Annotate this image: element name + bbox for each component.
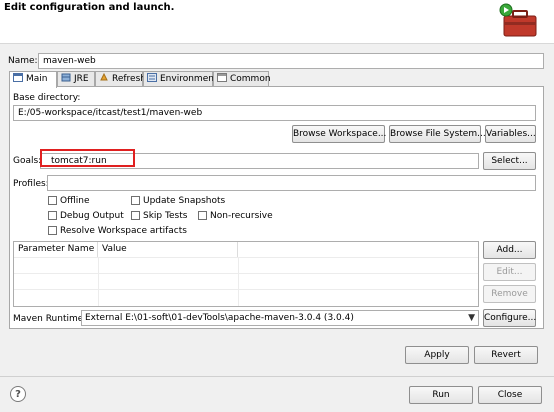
update-snapshots-label: Update Snapshots <box>143 196 226 206</box>
maven-runtime-value: External E:\01-soft\01-devTools\apache-m… <box>85 313 354 323</box>
table-column-divider <box>98 257 99 306</box>
common-icon <box>217 73 227 82</box>
debug-output-checkbox[interactable] <box>48 211 57 220</box>
environment-icon <box>147 73 157 82</box>
table-row <box>14 273 478 274</box>
tab-environment-label: Environment <box>160 74 218 84</box>
close-button[interactable]: Close <box>478 386 542 404</box>
offline-checkbox[interactable] <box>48 196 57 205</box>
variables-button[interactable]: Variables... <box>485 125 536 143</box>
footer-divider <box>0 376 554 377</box>
browse-workspace-button[interactable]: Browse Workspace... <box>292 125 386 143</box>
tab-jre-label: JRE <box>74 74 89 84</box>
main-tab-icon <box>13 73 23 82</box>
tab-refresh-label: Refresh <box>112 74 146 84</box>
goals-select-button[interactable]: Select... <box>483 152 536 170</box>
table-column-divider <box>238 257 239 306</box>
profiles-label: Profiles: <box>13 179 49 189</box>
remove-parameter-button[interactable]: Remove <box>483 285 536 303</box>
base-directory-field[interactable]: E:/05-workspace/itcast/test1/maven-web <box>13 105 536 121</box>
value-header: Value <box>98 242 238 257</box>
skip-tests-label: Skip Tests <box>143 211 188 221</box>
parameters-table[interactable]: Parameter Name Value <box>13 241 479 307</box>
add-parameter-button[interactable]: Add... <box>483 241 536 259</box>
goals-highlight-box <box>40 149 135 167</box>
name-field[interactable]: maven-web <box>38 53 544 69</box>
revert-button[interactable]: Revert <box>474 346 538 364</box>
help-icon[interactable]: ? <box>10 386 26 402</box>
launch-toolbox-icon <box>498 2 542 40</box>
goals-label: Goals: <box>13 156 42 166</box>
refresh-icon <box>99 72 109 82</box>
non-recursive-label: Non-recursive <box>210 211 273 221</box>
apply-button[interactable]: Apply <box>405 346 469 364</box>
tab-refresh[interactable]: Refresh <box>95 71 146 87</box>
resolve-workspace-checkbox[interactable] <box>48 226 57 235</box>
table-row <box>14 257 478 258</box>
name-label: Name: <box>8 56 38 66</box>
maven-runtime-select[interactable]: External E:\01-soft\01-devTools\apache-m… <box>81 310 479 326</box>
tab-main-label: Main <box>26 74 48 84</box>
debug-output-label: Debug Output <box>60 211 124 221</box>
tab-common[interactable]: Common <box>213 71 271 87</box>
dialog-title: Edit configuration and launch. <box>4 2 175 13</box>
offline-label: Offline <box>60 196 90 206</box>
update-snapshots-checkbox[interactable] <box>131 196 140 205</box>
tab-environment[interactable]: Environment <box>143 71 217 87</box>
run-button[interactable]: Run <box>409 386 473 404</box>
tab-common-label: Common <box>230 74 271 84</box>
configure-button[interactable]: Configure... <box>483 309 536 327</box>
browse-file-system-button[interactable]: Browse File System... <box>389 125 486 143</box>
skip-tests-checkbox[interactable] <box>131 211 140 220</box>
table-row <box>14 289 478 290</box>
non-recursive-checkbox[interactable] <box>198 211 207 220</box>
tab-jre[interactable]: JRE <box>57 71 95 87</box>
chevron-down-icon: ▼ <box>468 313 475 323</box>
base-directory-label: Base directory: <box>13 93 81 103</box>
profiles-field[interactable] <box>47 175 536 191</box>
resolve-workspace-label: Resolve Workspace artifacts <box>60 226 187 236</box>
maven-runtime-label: Maven Runtime: <box>13 314 87 324</box>
jre-icon <box>61 73 71 82</box>
edit-parameter-button[interactable]: Edit... <box>483 263 536 281</box>
parameter-name-header: Parameter Name <box>14 242 98 257</box>
tab-main[interactable]: Main <box>9 71 57 88</box>
